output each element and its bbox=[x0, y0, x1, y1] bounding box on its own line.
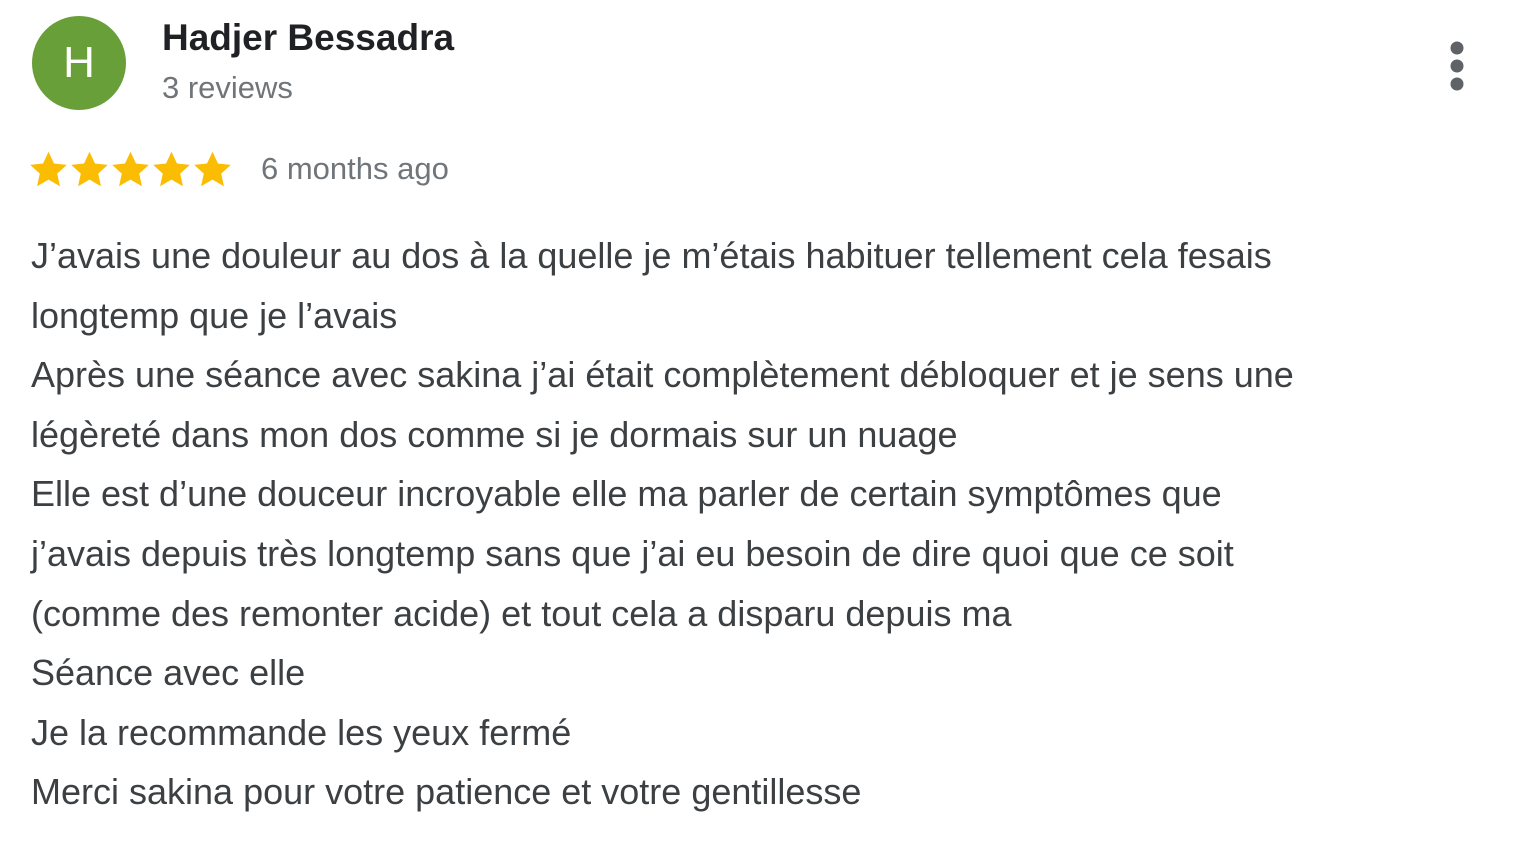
star-icon bbox=[153, 151, 190, 186]
review-text-line: longtemp que je l’avais bbox=[31, 294, 398, 336]
review-text-line: J’avais une douleur au dos à la quelle j… bbox=[31, 235, 1272, 276]
avatar-initial: H bbox=[63, 38, 95, 87]
star-icon bbox=[71, 151, 108, 186]
review-text-line: Je la recommande les yeux fermé bbox=[31, 711, 572, 753]
star-icon bbox=[30, 151, 67, 186]
more-options-button[interactable] bbox=[1432, 34, 1482, 98]
avatar[interactable]: H bbox=[32, 16, 126, 110]
review-text-line: (comme des remonter acide) et tout cela … bbox=[31, 592, 1012, 634]
review-text-line: Elle est d’une douceur incroyable elle m… bbox=[31, 473, 1222, 515]
review-text-line: légèreté dans mon dos comme si je dormai… bbox=[31, 413, 958, 455]
star-icon bbox=[112, 151, 149, 186]
review-text-line: Merci sakina pour votre patience et votr… bbox=[31, 771, 862, 813]
reviewer-review-count[interactable]: 3 reviews bbox=[162, 68, 293, 108]
review-text-line: j’avais depuis très longtemp sans que j’… bbox=[31, 532, 1234, 574]
review-text: J’avais une douleur au dos à la quelle j… bbox=[31, 226, 1501, 822]
more-vertical-icon bbox=[1450, 41, 1464, 91]
star-icon bbox=[194, 151, 231, 186]
review-card: H Hadjer Bessadra 3 reviews 6 months ago… bbox=[0, 0, 1518, 847]
star-rating bbox=[28, 149, 233, 190]
review-date: 6 months ago bbox=[261, 151, 449, 186]
reviewer-name[interactable]: Hadjer Bessadra bbox=[162, 16, 454, 60]
review-text-line: Séance avec elle bbox=[31, 652, 306, 694]
review-text-line: Après une séance avec sakina j’ai était … bbox=[31, 354, 1294, 396]
rating-row: 6 months ago bbox=[28, 146, 449, 192]
